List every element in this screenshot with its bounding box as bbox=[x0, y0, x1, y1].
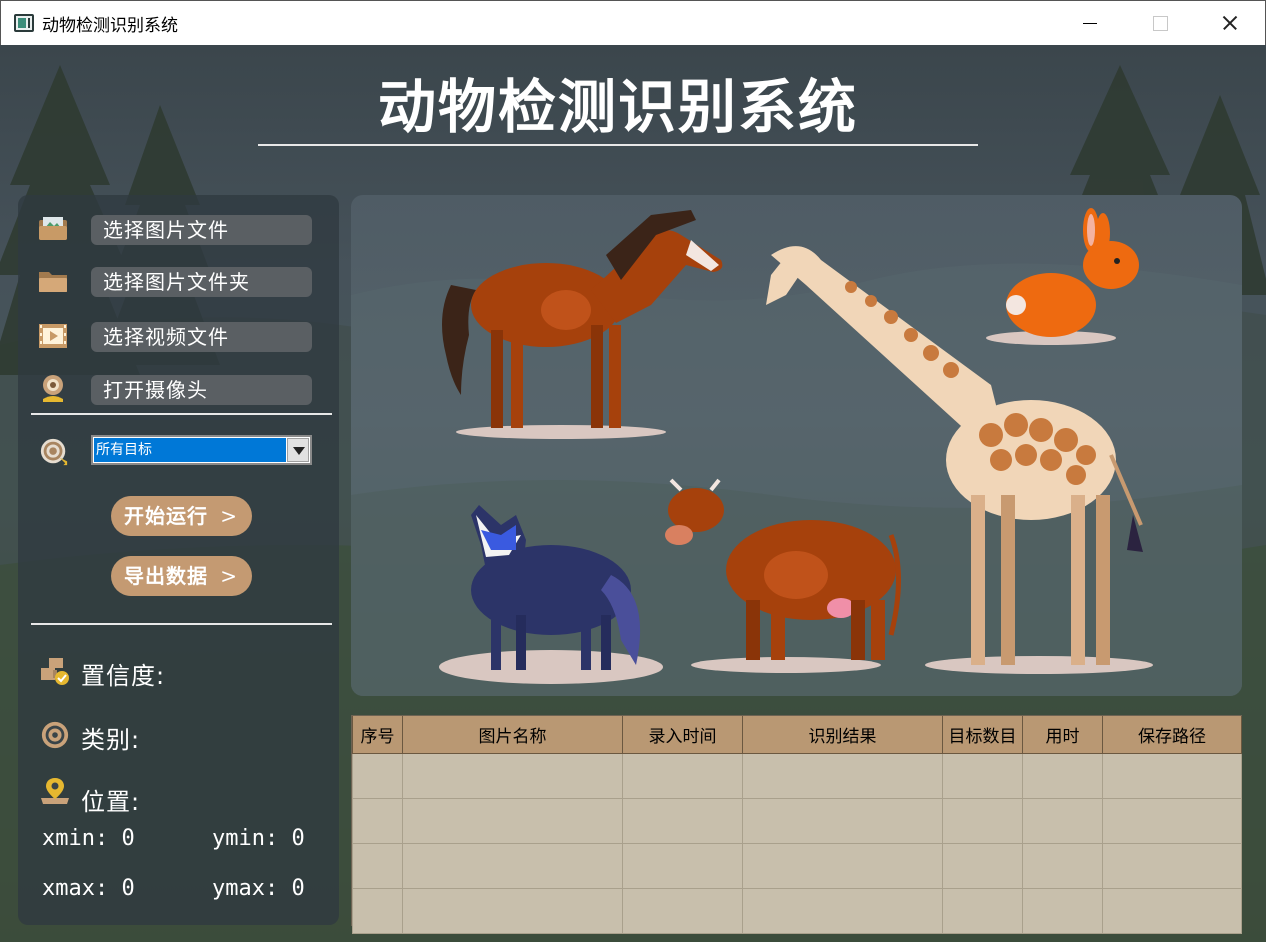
column-header-result[interactable]: 识别结果 bbox=[742, 716, 943, 754]
xmin-value: xmin: 0 bbox=[42, 826, 135, 851]
chevron-right-icon: > bbox=[220, 564, 238, 588]
export-data-label: 导出数据 bbox=[124, 564, 208, 588]
dropdown-arrow-icon[interactable] bbox=[287, 438, 309, 462]
open-camera-button[interactable]: 打开摄像头 bbox=[91, 375, 312, 405]
window-title-bar: 动物检测识别系统 bbox=[0, 0, 1266, 45]
sidebar-divider-top bbox=[31, 413, 332, 415]
select-video-file-button[interactable]: 选择视频文件 bbox=[91, 322, 312, 352]
confidence-icon bbox=[41, 658, 69, 685]
export-data-button[interactable]: 导出数据 > bbox=[111, 556, 252, 596]
animal-illustration bbox=[351, 208, 1242, 696]
results-table: 序号 图片名称 录入时间 识别结果 目标数目 用时 保存路径 bbox=[351, 715, 1242, 934]
table-row[interactable] bbox=[352, 887, 1242, 934]
results-table-grid: 序号 图片名称 录入时间 识别结果 目标数目 用时 保存路径 bbox=[352, 716, 1242, 934]
column-header-index[interactable]: 序号 bbox=[352, 716, 403, 754]
category-label: 类别: bbox=[81, 726, 141, 754]
camera-icon bbox=[43, 375, 63, 402]
video-icon bbox=[39, 324, 67, 348]
xmax-value: xmax: 0 bbox=[42, 876, 135, 901]
window-controls bbox=[1055, 1, 1265, 46]
sidebar-divider-bottom bbox=[31, 623, 332, 625]
table-header-row: 序号 图片名称 录入时间 识别结果 目标数目 用时 保存路径 bbox=[352, 716, 1242, 754]
chevron-right-icon: > bbox=[220, 504, 238, 528]
location-icon bbox=[41, 778, 69, 804]
column-header-target-count[interactable]: 目标数目 bbox=[942, 716, 1023, 754]
app-icon bbox=[14, 14, 34, 32]
table-row[interactable] bbox=[352, 842, 1242, 889]
image-display bbox=[351, 195, 1242, 696]
select-image-folder-button[interactable]: 选择图片文件夹 bbox=[91, 267, 312, 297]
heading-divider bbox=[258, 144, 978, 146]
start-run-button[interactable]: 开始运行 > bbox=[111, 496, 252, 536]
table-row[interactable] bbox=[352, 797, 1242, 844]
column-header-entry-time[interactable]: 录入时间 bbox=[622, 716, 743, 754]
target-icon bbox=[40, 438, 68, 466]
ymax-value: ymax: 0 bbox=[212, 876, 305, 901]
main-heading: 动物检测识别系统 bbox=[377, 73, 858, 141]
table-row[interactable] bbox=[352, 752, 1242, 799]
target-select-value: 所有目标 bbox=[94, 438, 286, 462]
confidence-label: 置信度: bbox=[81, 662, 166, 690]
category-icon bbox=[41, 721, 69, 749]
window-title: 动物检测识别系统 bbox=[42, 15, 178, 36]
column-header-image-name[interactable]: 图片名称 bbox=[402, 716, 623, 754]
target-select[interactable]: 所有目标 bbox=[91, 435, 312, 465]
column-header-save-path[interactable]: 保存路径 bbox=[1102, 716, 1242, 754]
ymin-value: ymin: 0 bbox=[212, 826, 305, 851]
folder-icon bbox=[39, 272, 67, 292]
image-folder-icon bbox=[39, 217, 67, 240]
minimize-button[interactable] bbox=[1055, 1, 1125, 46]
start-run-label: 开始运行 bbox=[124, 504, 208, 528]
position-label: 位置: bbox=[81, 788, 141, 816]
close-button[interactable] bbox=[1195, 1, 1265, 46]
maximize-button[interactable] bbox=[1125, 1, 1195, 46]
column-header-duration[interactable]: 用时 bbox=[1022, 716, 1103, 754]
select-image-file-button[interactable]: 选择图片文件 bbox=[91, 215, 312, 245]
